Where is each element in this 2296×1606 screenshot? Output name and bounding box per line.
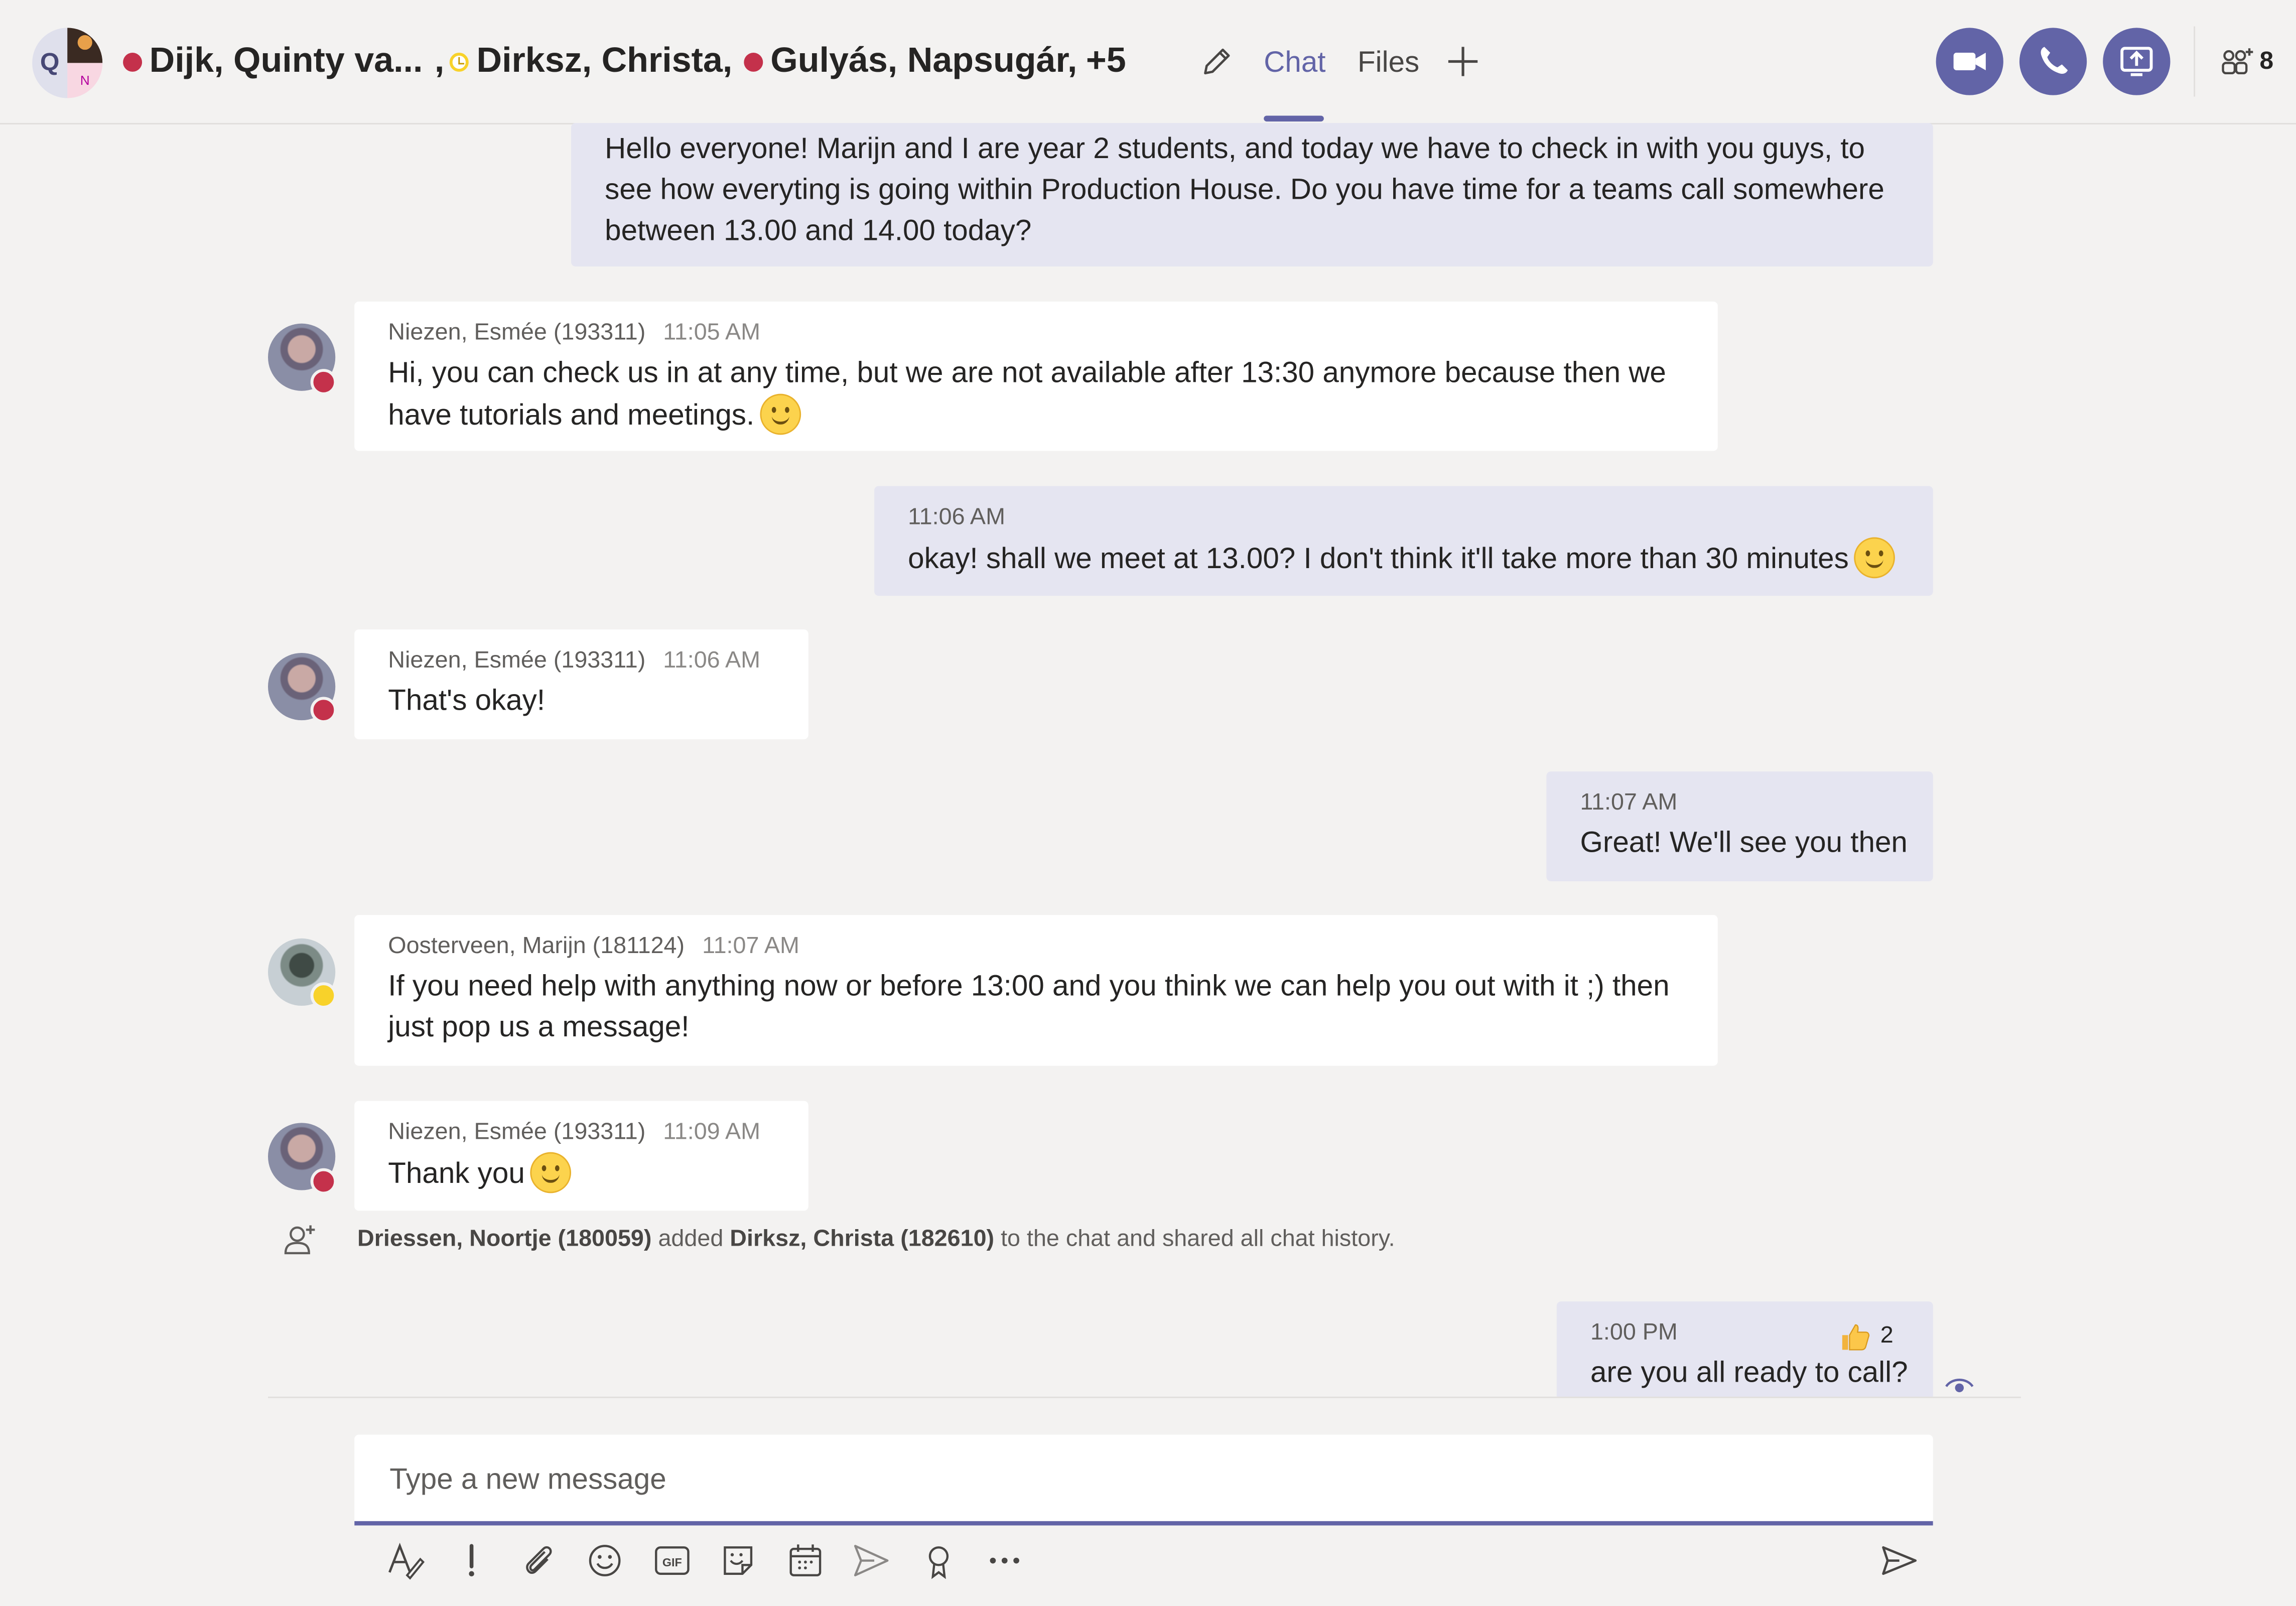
add-tab-icon[interactable] (1445, 44, 1480, 79)
message-list-divider (267, 1396, 2021, 1398)
event-suffix: to the chat and shared all chat history. (1001, 1227, 1395, 1252)
event-target: Dirksz, Christa (182610) (730, 1227, 995, 1252)
participant-name: Dijk, Quinty va... (149, 41, 423, 81)
outgoing-message[interactable]: Hello everyone! Marijn and I are year 2 … (571, 123, 1933, 266)
emoji-icon[interactable] (584, 1540, 625, 1581)
phone-icon (2041, 47, 2068, 74)
sender-name: Niezen, Esmée (193311) (388, 1120, 646, 1145)
video-call-button[interactable] (1936, 28, 2003, 95)
send-icon[interactable] (1879, 1540, 1920, 1581)
reaction-summary[interactable]: 2 (1839, 1320, 1894, 1353)
system-event-text: Driessen, Noortje (180059) added Dirksz,… (357, 1224, 1395, 1256)
tab-chat[interactable]: Chat (1264, 41, 1325, 85)
svg-text:GIF: GIF (662, 1556, 682, 1569)
stream-icon[interactable] (851, 1540, 892, 1581)
message-text: are you all ready to call? (1590, 1357, 1908, 1390)
important-icon[interactable] (451, 1540, 492, 1581)
outgoing-message[interactable]: 11:07 AM Great! We'll see you then (1546, 771, 1933, 882)
busy-status-icon (310, 1168, 337, 1195)
video-camera-icon (1953, 53, 1986, 71)
tab-files[interactable]: Files (1358, 41, 1419, 85)
chat-header: Q N Dijk, Quinty va... , Dirksz, Christa… (0, 0, 2296, 124)
message-time: 11:06 AM (663, 648, 761, 674)
message-text: That's okay! (388, 685, 546, 718)
group-avatar[interactable]: Q N (32, 28, 103, 98)
smile-emoji-icon (760, 393, 801, 435)
people-add-icon (2222, 48, 2253, 75)
participant-count: 8 (2259, 47, 2274, 75)
teams-chat-window: Q N Dijk, Quinty va... , Dirksz, Christa… (0, 0, 2296, 1606)
busy-status-icon (123, 52, 143, 71)
share-screen-icon (2120, 47, 2153, 76)
message-time: 11:06 AM (908, 505, 1005, 530)
busy-status-icon (310, 369, 337, 395)
read-receipt-eye-icon (1945, 1379, 1974, 1393)
away-status-icon (450, 52, 469, 71)
format-icon[interactable] (385, 1540, 426, 1581)
message-text: Hi, you can check us in at any time, but… (388, 357, 1666, 432)
smile-emoji-icon (1854, 537, 1896, 579)
attach-icon[interactable] (518, 1540, 560, 1581)
audio-call-button[interactable] (2019, 28, 2087, 95)
incoming-message[interactable]: Niezen, Esmée (193311) 11:09 AM Thank you (354, 1101, 808, 1211)
participant-separator: , (434, 41, 445, 81)
away-status-icon (310, 982, 337, 1009)
message-time: 11:05 AM (663, 320, 761, 346)
event-verb: added (658, 1227, 724, 1252)
share-screen-button[interactable] (2103, 28, 2171, 95)
avatar-photo (67, 28, 103, 63)
sender-name: Niezen, Esmée (193311) (388, 648, 646, 674)
event-actor: Driessen, Noortje (180059) (357, 1227, 652, 1252)
busy-status-icon (310, 697, 337, 723)
busy-status-icon (744, 52, 763, 71)
participants-button[interactable]: 8 (2220, 44, 2273, 79)
avatar-initial-q: Q (32, 28, 68, 98)
sticker-icon[interactable] (718, 1540, 759, 1581)
message-text: If you need help with anything now or be… (388, 970, 1670, 1044)
participant-overflow-count: +5 (1086, 41, 1126, 81)
chat-title[interactable]: Dijk, Quinty va... , Dirksz, Christa, Gu… (123, 38, 1126, 85)
incoming-message[interactable]: Niezen, Esmée (193311) 11:06 AM That's ok… (354, 629, 808, 740)
smile-emoji-icon (530, 1152, 572, 1193)
sender-name: Oosterveen, Marijn (181124) (388, 934, 685, 959)
incoming-message[interactable]: Niezen, Esmée (193311) 11:05 AM Hi, you c… (354, 301, 1718, 451)
thumbs-up-icon (1842, 1324, 1870, 1351)
meeting-icon[interactable] (785, 1540, 826, 1581)
more-icon[interactable] (984, 1540, 1025, 1581)
header-divider (2194, 26, 2196, 97)
reaction-count: 2 (1880, 1323, 1894, 1349)
sender-name: Niezen, Esmée (193311) (388, 320, 646, 346)
message-time: 1:00 PM (1590, 1320, 1678, 1346)
gif-icon[interactable]: GIF (652, 1540, 693, 1581)
active-tab-indicator (1264, 115, 1324, 122)
add-person-icon (284, 1225, 315, 1255)
message-time: 11:07 AM (1580, 790, 1678, 816)
participant-name: Gulyás, Napsugár, (770, 41, 1077, 81)
incoming-message[interactable]: Oosterveen, Marijn (181124) 11:07 AM If y… (354, 915, 1718, 1066)
message-text: Thank you (388, 1158, 525, 1190)
outgoing-message[interactable]: 11:06 AM okay! shall we meet at 13.00? I… (874, 486, 1933, 596)
message-input-placeholder: Type a new message (389, 1464, 666, 1497)
compose-box[interactable]: Type a new message (354, 1434, 1933, 1526)
avatar-initial-n: N (67, 63, 103, 98)
praise-icon[interactable] (918, 1540, 960, 1581)
message-time: 11:09 AM (663, 1120, 761, 1145)
message-text: okay! shall we meet at 13.00? I don't th… (908, 543, 1849, 576)
message-text: Great! We'll see you then (1580, 827, 1908, 860)
participant-name: Dirksz, Christa, (476, 41, 733, 81)
message-text: Hello everyone! Marijn and I are year 2 … (605, 133, 1884, 247)
edit-name-icon[interactable] (1199, 44, 1235, 79)
message-time: 11:07 AM (702, 934, 799, 959)
